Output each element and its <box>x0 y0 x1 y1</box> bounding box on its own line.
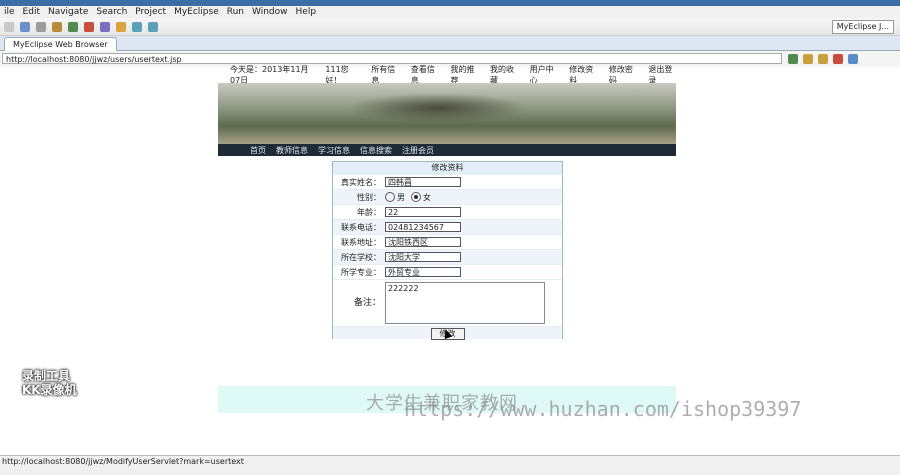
menu-window[interactable]: Window <box>252 7 288 17</box>
refresh-icon[interactable] <box>848 54 858 64</box>
browser-controls <box>788 54 858 64</box>
navigate-back-icon[interactable] <box>132 21 142 32</box>
new-icon[interactable] <box>4 21 14 32</box>
perspective-button[interactable]: MyEclipse J... <box>831 19 894 34</box>
menu-project[interactable]: Project <box>135 7 166 17</box>
go-icon[interactable] <box>788 54 798 64</box>
menu-help[interactable]: Help <box>296 7 317 17</box>
age-input[interactable]: 22 <box>385 207 461 217</box>
remark-textarea[interactable]: 222222 <box>385 282 545 324</box>
back-icon[interactable] <box>803 54 813 64</box>
stop-icon[interactable] <box>833 54 843 64</box>
row-remark: 备注： 222222 <box>333 279 562 326</box>
label-remark: 备注： <box>353 298 381 308</box>
row-school: 所在学校： 沈阳大学 <box>333 249 562 264</box>
radio-female-label: 女 <box>423 192 431 202</box>
row-gender: 性别： 男 女 <box>333 189 562 204</box>
row-major: 所学专业： 外贸专业 <box>333 264 562 279</box>
deploy-icon[interactable] <box>100 21 110 32</box>
nav-search[interactable]: 信息搜索 <box>360 145 392 156</box>
label-realname: 真实姓名： <box>341 177 381 187</box>
form-title: 修改资料 <box>333 162 562 174</box>
server-icon[interactable] <box>52 21 62 32</box>
menu-edit[interactable]: Edit <box>23 7 40 17</box>
row-phone: 联系电话： 02481234567 <box>333 219 562 234</box>
phone-input[interactable]: 02481234567 <box>385 222 461 232</box>
site-banner <box>218 83 676 144</box>
major-input[interactable]: 外贸专业 <box>385 267 461 277</box>
radio-female[interactable] <box>411 192 421 202</box>
label-address: 联系地址： <box>341 237 381 247</box>
menu-bar: ile Edit Navigate Search Project MyEclip… <box>0 6 900 18</box>
nav-register[interactable]: 注册会员 <box>402 145 434 156</box>
edit-profile-form: 修改资料 真实姓名： 四韩昌 性别： 男 女 年龄： 22 联系电话： 0248… <box>332 161 563 340</box>
site-topline: 今天是：2013年11月07日 111您好！ 所有信息 查看信息 我的推荐 我的… <box>218 65 676 85</box>
recorder-badge-line1: 录制工具 <box>22 369 71 383</box>
label-age: 年龄： <box>357 207 381 217</box>
nav-home[interactable]: 首页 <box>250 145 266 156</box>
menu-file[interactable]: ile <box>4 7 15 17</box>
menu-myeclipse[interactable]: MyEclipse <box>174 7 219 17</box>
radio-male-label: 男 <box>397 192 405 202</box>
menu-run[interactable]: Run <box>227 7 244 17</box>
run-icon[interactable] <box>68 21 78 32</box>
tab-web-browser[interactable]: MyEclipse Web Browser <box>4 37 117 51</box>
row-realname: 真实姓名： 四韩昌 <box>333 174 562 189</box>
forward-icon[interactable] <box>818 54 828 64</box>
recorder-badge-line2: KK录像机 <box>22 383 77 397</box>
recorder-badge: 录制工具 KK录像机 <box>22 369 77 397</box>
row-address: 联系地址： 沈阳铁西区 <box>333 234 562 249</box>
nav-teachers[interactable]: 教师信息 <box>276 145 308 156</box>
label-gender: 性别： <box>357 192 381 202</box>
radio-male[interactable] <box>385 192 395 202</box>
status-bar: http://localhost:8080/jjwz/ModifyUserSer… <box>0 455 900 475</box>
website: 今天是：2013年11月07日 111您好！ 所有信息 查看信息 我的推荐 我的… <box>218 65 676 156</box>
school-input[interactable]: 沈阳大学 <box>385 252 461 262</box>
main-toolbar: MyEclipse J... <box>0 18 900 36</box>
site-nav: 首页 教师信息 学习信息 信息搜索 注册会员 <box>218 144 676 156</box>
search-icon[interactable] <box>116 21 126 32</box>
menu-search[interactable]: Search <box>96 7 127 17</box>
browser-viewport: 今天是：2013年11月07日 111您好！ 所有信息 查看信息 我的推荐 我的… <box>0 65 900 455</box>
menu-navigate[interactable]: Navigate <box>48 7 88 17</box>
banner-image <box>348 93 528 123</box>
debug-icon[interactable] <box>84 21 94 32</box>
realname-input[interactable]: 四韩昌 <box>385 177 461 187</box>
watermark-url: https://www.huzhan.com/ishop39397 <box>404 397 802 421</box>
nav-study[interactable]: 学习信息 <box>318 145 350 156</box>
address-input[interactable]: 沈阳铁西区 <box>385 237 461 247</box>
save-icon[interactable] <box>20 21 30 32</box>
label-phone: 联系电话： <box>341 222 381 232</box>
label-school: 所在学校： <box>341 252 381 262</box>
url-input[interactable]: http://localhost:8080/jjwz/users/usertex… <box>2 53 782 64</box>
navigate-forward-icon[interactable] <box>148 21 158 32</box>
print-icon[interactable] <box>36 21 46 32</box>
row-age: 年龄： 22 <box>333 204 562 219</box>
label-major: 所学专业： <box>341 267 381 277</box>
editor-tab-row: MyEclipse Web Browser <box>0 36 900 51</box>
